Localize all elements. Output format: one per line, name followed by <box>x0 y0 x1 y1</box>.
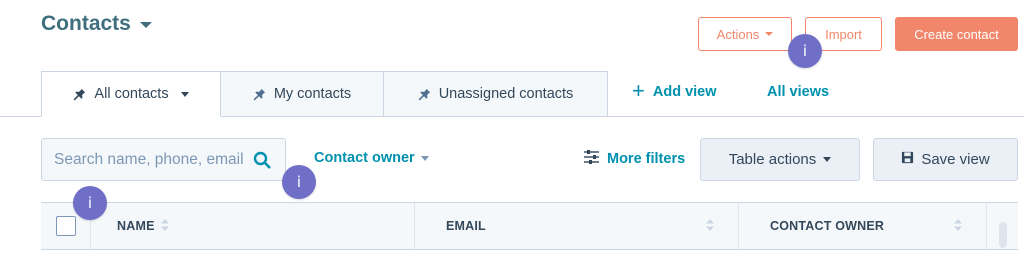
pin-icon <box>418 88 431 101</box>
info-badge-glyph: i <box>296 173 302 191</box>
sort-icon <box>160 218 169 234</box>
column-label: EMAIL <box>446 219 486 233</box>
tab-my-contacts[interactable]: My contacts <box>220 71 384 117</box>
sort-icon <box>706 218 714 234</box>
info-badge[interactable]: i <box>73 186 107 220</box>
select-all-checkbox[interactable] <box>55 216 76 236</box>
chevron-down-icon <box>765 32 774 36</box>
tab-label: My contacts <box>273 86 352 102</box>
floppy-disk-icon <box>901 151 914 168</box>
save-view-button[interactable]: Save view <box>873 138 1018 181</box>
more-filters-button[interactable]: More filters <box>584 150 685 168</box>
tab-label: All contacts <box>94 86 169 102</box>
column-label: CONTACT OWNER <box>770 219 885 233</box>
sliders-icon <box>584 150 599 168</box>
table-header: NAME EMAIL CONTACT OWNER <box>41 202 1018 250</box>
column-header-email[interactable]: EMAIL <box>415 203 739 249</box>
tab-unassigned-contacts[interactable]: Unassigned contacts <box>383 71 608 117</box>
scrollbar[interactable] <box>987 203 1018 249</box>
create-contact-button-label: Create contact <box>914 26 999 42</box>
all-views-label: All views <box>767 84 830 100</box>
create-contact-button[interactable]: Create contact <box>895 17 1018 51</box>
info-badge-glyph: i <box>802 42 808 60</box>
pin-icon <box>253 88 266 101</box>
info-badge[interactable]: i <box>788 34 822 68</box>
more-filters-label: More filters <box>607 151 686 167</box>
info-badge[interactable]: i <box>282 165 316 199</box>
all-views-link[interactable]: All views <box>767 84 829 100</box>
contact-owner-label: Contact owner <box>314 150 415 166</box>
scrollbar-thumb[interactable] <box>998 222 1007 248</box>
info-badge-glyph: i <box>87 194 93 212</box>
import-button-label: Import <box>825 26 862 42</box>
column-label: NAME <box>117 219 155 233</box>
search-box <box>41 138 286 181</box>
plus-icon: + <box>632 78 645 103</box>
add-view-link[interactable]: + Add view <box>632 78 717 103</box>
column-header-name[interactable]: NAME <box>91 203 415 249</box>
chevron-down-icon <box>823 157 832 162</box>
chevron-down-icon <box>139 22 152 28</box>
sort-icon <box>954 218 962 234</box>
column-header-contact-owner[interactable]: CONTACT OWNER <box>739 203 987 249</box>
contact-owner-filter[interactable]: Contact owner <box>314 150 429 166</box>
table-actions-button[interactable]: Table actions <box>700 138 860 181</box>
page-title-text: Contacts <box>41 12 131 35</box>
search-input[interactable] <box>54 150 244 169</box>
search-icon[interactable] <box>253 151 271 174</box>
tab-all-contacts[interactable]: All contacts <box>41 71 221 117</box>
table-actions-label: Table actions <box>728 151 817 168</box>
pin-icon <box>73 88 86 101</box>
actions-button[interactable]: Actions <box>698 17 792 51</box>
tab-label: Unassigned contacts <box>438 86 574 102</box>
page-title[interactable]: Contacts <box>41 12 152 36</box>
save-view-label: Save view <box>921 151 990 168</box>
chevron-down-icon <box>180 91 189 97</box>
actions-button-label: Actions <box>716 26 760 42</box>
chevron-down-icon <box>420 155 429 161</box>
add-view-label: Add view <box>652 84 717 100</box>
